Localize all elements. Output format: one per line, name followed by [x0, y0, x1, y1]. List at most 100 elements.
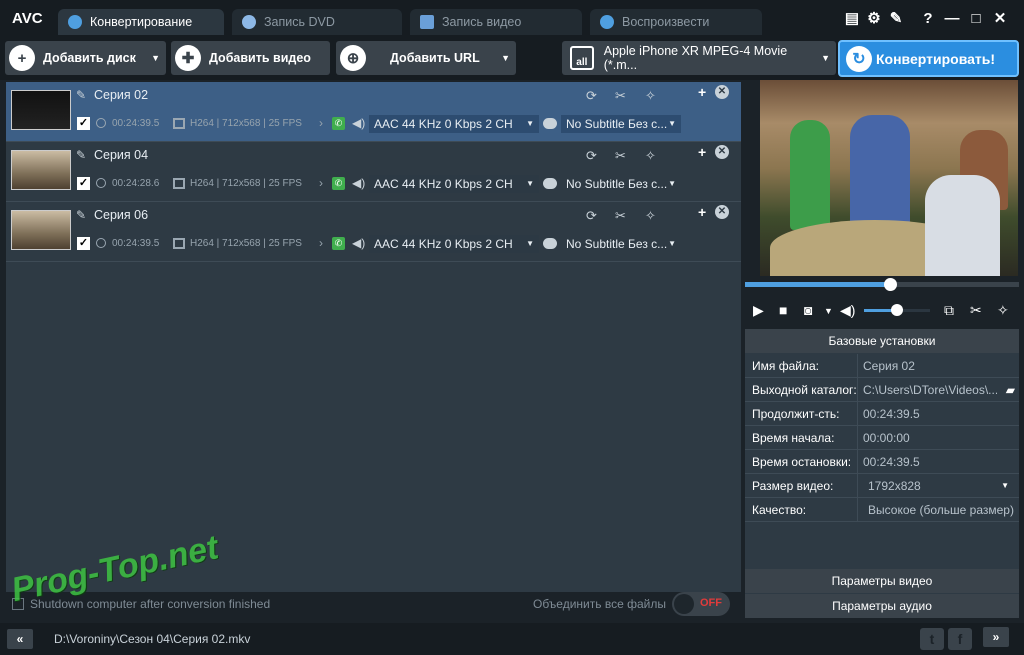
audio-track-select[interactable]: AAC 44 KHz 0 Kbps 2 CH ▼: [369, 115, 539, 133]
pencil-icon[interactable]: ✎: [76, 88, 86, 102]
item-checkbox[interactable]: ✓: [77, 177, 90, 190]
audio-params-button[interactable]: Параметры аудио: [745, 594, 1019, 618]
tab-dvd[interactable]: Запись DVD: [232, 9, 402, 35]
checklist-icon[interactable]: ▤: [842, 9, 862, 29]
twitter-icon[interactable]: t: [920, 628, 944, 650]
chevron-down-icon: ▼: [526, 179, 534, 188]
list-item[interactable]: ✎ Серия 02 ⟳ ✂ ✧ + ✕ ✓ 00:24:39.5 H264 |…: [6, 82, 741, 142]
volume-icon[interactable]: ◀): [840, 302, 855, 319]
remove-icon[interactable]: ✕: [715, 85, 729, 99]
plus-icon[interactable]: +: [698, 144, 706, 160]
remove-icon[interactable]: ✕: [715, 205, 729, 219]
refresh-icon: ↻: [846, 45, 872, 72]
rotate-icon[interactable]: ⟳: [586, 148, 597, 164]
convert-button[interactable]: ↻ Конвертировать!: [838, 40, 1019, 77]
camera-icon[interactable]: ◙: [804, 302, 812, 318]
stop-time-field[interactable]: 00:24:39.5: [857, 450, 1019, 473]
pencil-icon[interactable]: ✎: [76, 148, 86, 162]
video-thumbnail: [11, 210, 71, 250]
property-row: Размер видео: 1792x828 ▼: [745, 474, 1019, 498]
facebook-icon[interactable]: f: [948, 628, 972, 650]
toggle-state: OFF: [700, 597, 722, 609]
item-video-info: H264 | 712x568 | 25 FPS: [190, 178, 302, 189]
chevron-down-icon: ▼: [668, 239, 676, 248]
minimize-button[interactable]: —: [942, 9, 962, 29]
add-disc-button[interactable]: + Добавить диск ▼: [5, 41, 166, 75]
clock-icon: [96, 118, 106, 128]
expand-button[interactable]: »: [983, 627, 1009, 647]
rotate-icon[interactable]: ⟳: [586, 208, 597, 224]
audio-track-select[interactable]: AAC 44 KHz 0 Kbps 2 CH ▼: [369, 175, 539, 193]
tab-play[interactable]: Воспроизвести: [590, 9, 762, 35]
gear-icon[interactable]: ⚙: [864, 9, 884, 29]
chevron-down-icon[interactable]: ▼: [501, 53, 510, 63]
magic-wand-icon[interactable]: ✧: [645, 88, 656, 104]
maximize-button[interactable]: □: [966, 9, 986, 29]
folder-open-icon[interactable]: ▰: [1006, 378, 1015, 402]
play-button[interactable]: ▶: [753, 302, 764, 319]
copy-icon[interactable]: ⧉: [944, 302, 954, 319]
pencil-icon[interactable]: ✎: [76, 208, 86, 222]
audio-track-select[interactable]: AAC 44 KHz 0 Kbps 2 CH ▼: [369, 235, 539, 253]
help-button[interactable]: ?: [918, 9, 938, 29]
add-url-button[interactable]: ⊕ Добавить URL ▼: [336, 41, 516, 75]
merge-toggle[interactable]: OFF: [672, 592, 730, 616]
seek-handle[interactable]: [884, 278, 897, 291]
item-name[interactable]: Серия 06: [94, 208, 148, 222]
phone-icon: ✆: [332, 177, 345, 190]
start-time-field[interactable]: 00:00:00: [857, 426, 1019, 449]
tab-record[interactable]: Запись видео: [410, 9, 582, 35]
output-folder-field[interactable]: C:\Users\DTore\Videos\...: [857, 378, 997, 401]
item-name[interactable]: Серия 02: [94, 88, 148, 102]
audio-track-label: AAC 44 KHz 0 Kbps 2 CH: [374, 237, 513, 251]
merge-label: Объединить все файлы: [533, 597, 666, 611]
item-checkbox[interactable]: ✓: [77, 117, 90, 130]
subtitle-select[interactable]: No Subtitle Без с... ▼: [561, 175, 681, 193]
close-button[interactable]: ✕: [990, 9, 1010, 29]
subtitle-select[interactable]: No Subtitle Без с... ▼: [561, 235, 681, 253]
list-item[interactable]: ✎ Серия 06 ⟳ ✂ ✧ + ✕ ✓ 00:24:39.5 H264 |…: [6, 202, 741, 262]
chevron-down-icon[interactable]: ▼: [824, 306, 833, 316]
add-video-button[interactable]: ✚ Добавить видео: [171, 41, 330, 75]
add-video-label: Добавить видео: [209, 51, 311, 65]
properties-title: Базовые установки: [745, 329, 1019, 353]
video-params-button[interactable]: Параметры видео: [745, 569, 1019, 593]
magic-wand-icon[interactable]: ✧: [997, 302, 1009, 319]
scissors-icon[interactable]: ✂: [970, 302, 982, 319]
scissors-icon[interactable]: ✂: [615, 208, 626, 224]
filename-field[interactable]: Серия 02: [857, 354, 1019, 377]
list-item[interactable]: ✎ Серия 04 ⟳ ✂ ✧ + ✕ ✓ 00:24:28.6 H264 |…: [6, 142, 741, 202]
item-checkbox[interactable]: ✓: [77, 237, 90, 250]
property-label: Размер видео:: [752, 479, 834, 493]
remove-icon[interactable]: ✕: [715, 145, 729, 159]
property-row: Имя файла: Серия 02: [745, 354, 1019, 378]
video-preview: [760, 80, 1018, 276]
property-row: Время начала: 00:00:00: [745, 426, 1019, 450]
output-profile-select[interactable]: all Apple iPhone XR MPEG-4 Movie (*.m... ▼: [562, 41, 836, 75]
volume-handle[interactable]: [891, 304, 903, 316]
item-duration: 00:24:39.5: [112, 238, 160, 249]
chevron-down-icon[interactable]: ▼: [151, 53, 160, 63]
disc-plus-icon: +: [9, 45, 35, 71]
tab-convert[interactable]: Конвертирование: [58, 9, 224, 35]
scissors-icon[interactable]: ✂: [615, 88, 626, 104]
convert-label: Конвертировать!: [876, 50, 996, 67]
stop-button[interactable]: ■: [779, 302, 787, 318]
scissors-icon[interactable]: ✂: [615, 148, 626, 164]
magic-wand-icon[interactable]: ✧: [645, 148, 656, 164]
video-camera-icon: [420, 15, 434, 29]
rotate-icon[interactable]: ⟳: [586, 88, 597, 104]
property-row: Время остановки: 00:24:39.5: [745, 450, 1019, 474]
video-size-select[interactable]: 1792x828: [857, 474, 1019, 497]
magic-wand-icon[interactable]: ✧: [645, 208, 656, 224]
chevron-down-icon: ▼: [668, 119, 676, 128]
item-name[interactable]: Серия 04: [94, 148, 148, 162]
duration-value: 00:24:39.5: [857, 402, 1019, 425]
subtitle-label: No Subtitle Без с...: [566, 117, 668, 131]
quality-select[interactable]: Высокое (больше размер): [857, 498, 1019, 521]
plus-icon[interactable]: +: [698, 204, 706, 220]
subtitle-select[interactable]: No Subtitle Без с... ▼: [561, 115, 681, 133]
wrench-icon[interactable]: ✎: [886, 9, 906, 29]
collapse-button[interactable]: «: [7, 629, 33, 649]
plus-icon[interactable]: +: [698, 84, 706, 100]
